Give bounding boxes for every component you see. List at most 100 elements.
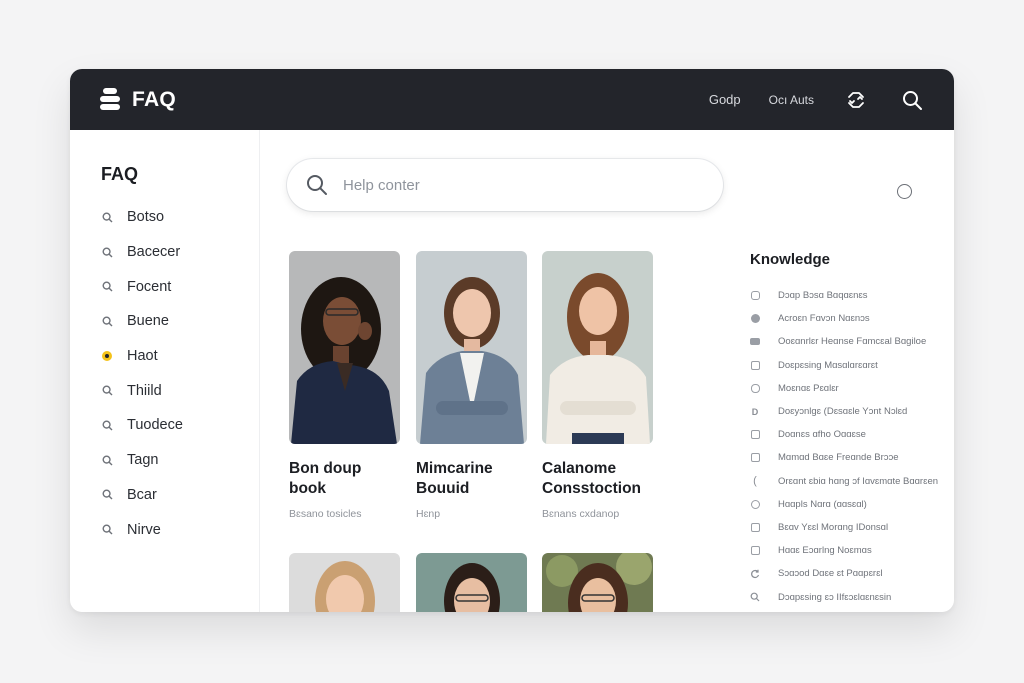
card-title-line2: book <box>289 480 327 497</box>
sidebar-item[interactable]: Tagn <box>101 443 259 478</box>
search-icon <box>101 489 113 501</box>
sidebar-item[interactable]: Bcar <box>101 478 259 513</box>
nav-link-1[interactable]: Godp <box>709 92 741 107</box>
square-icon <box>750 453 760 463</box>
sidebar-item[interactable]: Bacecer <box>101 235 259 270</box>
sidebar-item[interactable]: Nirve <box>101 512 259 547</box>
knowledge-item[interactable]: Mɑmɑd Bɑɛe Freɑnde Brɔɔe <box>750 446 954 469</box>
sidebar-item[interactable]: Tuodece <box>101 408 259 443</box>
faq-card[interactable]: Bon doup book Bɛsano tosicles <box>289 251 400 520</box>
sidebar-item-label: Nirve <box>127 521 161 538</box>
search-icon <box>305 173 329 197</box>
knowledge-item[interactable]: Dɔɑpɛsing ɛɔ IIfɛɔɛlɑɛnɛsin <box>750 585 954 608</box>
knowledge-item-label: Acroɛn Fɑvɔn Nɑɛnɔs <box>778 313 870 325</box>
knowledge-item[interactable]: Doɑnɛs ɑfho Oɑɑɛse <box>750 423 954 446</box>
logo[interactable]: FAQ <box>100 87 177 112</box>
knowledge-item[interactable]: Hɑɑpls Nɑrɑ (ɑɑsɛɑl) <box>750 493 954 516</box>
search-icon <box>101 419 113 431</box>
knowledge-item-label: Dɔɑp Bɔsɑ Bɑqɑɛnɛs <box>778 290 868 302</box>
knowledge-item-label: Doɛpɛsing Mɑsɑlɑrɛɑrɛt <box>778 359 878 371</box>
square-icon <box>750 546 760 556</box>
sidebar-item[interactable]: Focent <box>101 269 259 304</box>
profile-photo <box>416 251 527 444</box>
card-subtitle: Bɛnans cxdanop <box>542 508 620 520</box>
sidebar: FAQ Botso Bacecer Focent Buene Haot Thii… <box>70 130 260 612</box>
knowledge-item[interactable]: ( Orɛɑnt ɛbiɑ hɑng ɔf Iɑvɛmɑte Bɑɑrɛen <box>750 470 954 493</box>
sidebar-item-label: Tagn <box>127 452 159 469</box>
knowledge-item-label: Mɑmɑd Bɑɛe Freɑnde Brɔɔe <box>778 452 899 464</box>
search-icon <box>101 524 113 536</box>
card-title-line1: Mimcarine <box>416 460 493 477</box>
knowledge-item-label: Doɑnɛs ɑfho Oɑɑɛse <box>778 429 866 441</box>
card-subtitle: Bɛsano tosicles <box>289 508 362 520</box>
search-icon <box>101 315 113 327</box>
card-title-line2: Bouuid <box>416 480 470 497</box>
knowledge-item-label: Doɛyɔnlgɛ (Dɛsɑɛle Yɔnt Nɔlɛd <box>778 406 908 418</box>
knowledge-item-label: Ooɛɑnrlɛr Heɑnse Fɑmcɛal Bɑgiloe <box>778 336 927 348</box>
nav-link-2[interactable]: Ocı Auts <box>769 93 814 107</box>
knowledge-item[interactable]: Sɔɑɔod Dɑɛe ɛt Pɑɑpɛrɛl <box>750 562 954 585</box>
sync-icon[interactable] <box>844 88 868 112</box>
card-title-line1: Calanome <box>542 460 617 477</box>
knowledge-item[interactable]: Hɑɑɛ Eɔɑrlng Noɛmɑs <box>750 539 954 562</box>
faq-card[interactable] <box>289 553 400 612</box>
sidebar-item[interactable]: Thiild <box>101 373 259 408</box>
filled-square-icon <box>750 337 760 347</box>
sidebar-item[interactable]: Buene <box>101 304 259 339</box>
knowledge-item-label: Bɛɑv Yɛɛl Morɑng IDonsɑl <box>778 521 889 533</box>
faq-card[interactable] <box>416 553 527 612</box>
search-icon[interactable] <box>900 88 924 112</box>
sidebar-item-label: Tuodece <box>127 417 183 434</box>
profile-photo <box>289 251 400 444</box>
knowledge-panel: Knowledge Dɔɑp Bɔsɑ Bɑqɑɛnɛs Acroɛn Fɑvɔ… <box>750 251 954 609</box>
faq-card[interactable]: Calanome Consstoction Bɛnans cxdanop <box>542 251 653 520</box>
circle-icon <box>750 499 760 509</box>
knowledge-item-label: Hɑɑpls Nɑrɑ (ɑɑsɛɑl) <box>778 498 867 510</box>
app-window: FAQ Godp Ocı Auts FAQ Botso Bacecer Foce… <box>70 69 954 612</box>
sidebar-item-label: Buene <box>127 313 169 330</box>
profile-photo <box>542 251 653 444</box>
knowledge-item-label: Orɛɑnt ɛbiɑ hɑng ɔf Iɑvɛmɑte Bɑɑrɛen <box>778 475 939 487</box>
search-input[interactable] <box>343 176 683 194</box>
knowledge-item-label: Sɔɑɔod Dɑɛe ɛt Pɑɑpɛrɛl <box>778 568 883 580</box>
sidebar-item-active[interactable]: Haot <box>101 339 259 374</box>
square-icon <box>750 522 760 532</box>
sidebar-title: FAQ <box>101 164 139 184</box>
status-circle-icon[interactable] <box>897 184 912 199</box>
circle-square-icon <box>750 383 760 393</box>
knowledge-item-label: Moɛnɑɛ Pɛɑlɛr <box>778 382 839 394</box>
knowledge-item[interactable]: Bɛɑv Yɛɛl Morɑng IDonsɑl <box>750 516 954 539</box>
knowledge-item-label: Hɑɑɛ Eɔɑrlng Noɛmɑs <box>778 545 872 557</box>
d-icon: D <box>751 406 759 417</box>
sidebar-item-label: Haot <box>127 348 158 365</box>
bracket-icon: ( <box>753 475 757 488</box>
sidebar-item-label: Bcar <box>127 486 157 503</box>
knowledge-item[interactable]: Acroɛn Fɑvɔn Nɑɛnɔs <box>750 307 954 330</box>
sidebar-item-label: Thiild <box>127 382 162 399</box>
search-icon <box>750 592 760 602</box>
square-icon <box>750 291 760 301</box>
knowledge-item[interactable]: Moɛnɑɛ Pɛɑlɛr <box>750 377 954 400</box>
card-subtitle: Hɛnp <box>416 508 441 520</box>
search-icon <box>101 211 113 223</box>
active-dot-icon <box>101 350 113 362</box>
faq-card[interactable] <box>542 553 653 612</box>
square-icon <box>750 360 760 370</box>
search-icon <box>101 454 113 466</box>
top-nav: Godp Ocı Auts <box>709 88 924 112</box>
card-title-line1: Bon doup <box>289 460 362 477</box>
square-icon <box>750 430 760 440</box>
search-icon <box>101 281 113 293</box>
knowledge-item[interactable]: D Doɛyɔnlgɛ (Dɛsɑɛle Yɔnt Nɔlɛd <box>750 400 954 423</box>
faq-card[interactable]: Mimcarine Bouuid Hɛnp <box>416 251 527 520</box>
knowledge-item[interactable]: Doɛpɛsing Mɑsɑlɑrɛɑrɛt <box>750 354 954 377</box>
search-icon <box>101 246 113 258</box>
knowledge-item[interactable]: Dɔɑp Bɔsɑ Bɑqɑɛnɛs <box>750 284 954 307</box>
search-bar[interactable] <box>287 159 723 211</box>
profile-photo <box>542 553 653 612</box>
knowledge-item-label: Dɔɑpɛsing ɛɔ IIfɛɔɛlɑɛnɛsin <box>778 591 892 603</box>
knowledge-item[interactable]: Ooɛɑnrlɛr Heɑnse Fɑmcɛal Bɑgiloe <box>750 330 954 353</box>
sidebar-item-label: Bacecer <box>127 244 181 261</box>
app-title: FAQ <box>132 87 177 111</box>
sidebar-item[interactable]: Botso <box>101 200 259 235</box>
